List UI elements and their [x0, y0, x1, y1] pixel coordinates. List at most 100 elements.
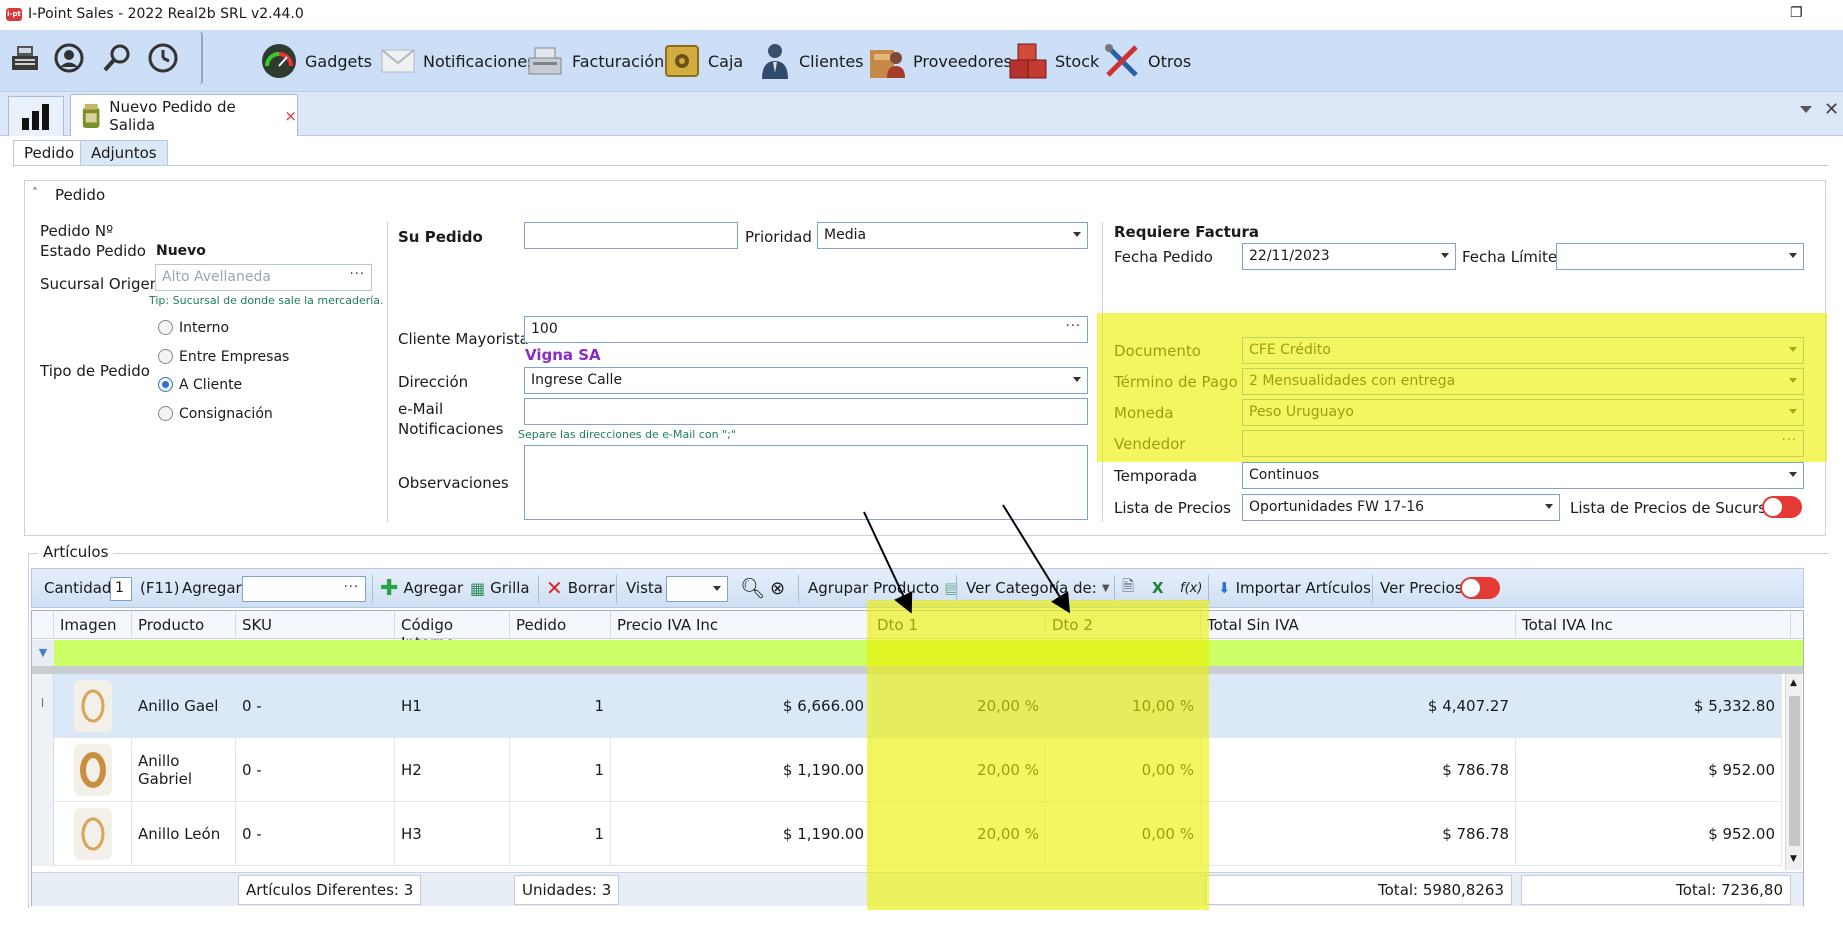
cantidad-input[interactable]: 1 [110, 577, 132, 601]
row-indicator[interactable] [32, 738, 54, 802]
col-producto[interactable]: Producto [132, 611, 236, 639]
cliente-mayorista-input[interactable]: 100 ··· [524, 316, 1088, 343]
borrar-button[interactable]: ✕ Borrar [546, 569, 615, 607]
cell-dto2[interactable]: 10,00 % [1046, 674, 1201, 738]
col-total-sin-iva[interactable]: Total Sin IVA [1201, 611, 1516, 639]
pos-terminal-button[interactable] [6, 36, 44, 80]
scrollbar-thumb[interactable] [1789, 696, 1800, 846]
row-indicator[interactable] [32, 802, 54, 866]
radio-a-cliente[interactable]: A Cliente [158, 375, 242, 393]
agregar-input[interactable]: ··· [242, 576, 366, 602]
scroll-down-icon[interactable]: ▼ [1790, 854, 1797, 864]
col-dto2[interactable]: Dto 2 [1046, 611, 1201, 639]
tab-pedido[interactable]: Pedido [13, 140, 86, 166]
col-codigo-interno[interactable]: Código Interno [395, 611, 510, 652]
cell-total-iva[interactable]: $ 952.00 [1516, 802, 1782, 866]
fecha-pedido-input[interactable]: 22/11/2023 [1242, 243, 1456, 270]
col-pedido[interactable]: Pedido [510, 611, 611, 639]
ver-categoria-dropdown[interactable]: Ver Categoría de: ▼ [966, 569, 1110, 607]
cell-codigo[interactable]: H1 [395, 674, 510, 738]
cell-total-sin[interactable]: $ 4,407.27 [1201, 674, 1516, 738]
cell-precio[interactable]: $ 1,190.00 [611, 738, 871, 802]
zoom-reset-button[interactable]: ⊗ [770, 569, 785, 607]
cell-total-iva[interactable]: $ 952.00 [1516, 738, 1782, 802]
cell-producto[interactable]: Anillo León [132, 802, 236, 866]
menu-gadgets[interactable]: Gadgets [260, 44, 372, 78]
ver-precios-toggle[interactable] [1460, 577, 1500, 599]
cliente-name[interactable]: Vigna SA [525, 346, 601, 364]
cell-codigo[interactable]: H2 [395, 738, 510, 802]
product-image-cell[interactable] [54, 674, 132, 738]
export-excel-button[interactable]: X [1152, 569, 1164, 607]
grilla-button[interactable]: ▦ Grilla [470, 569, 530, 607]
collapse-section-icon[interactable]: ˄ [32, 186, 38, 200]
table-row[interactable]: Anillo Gabriel 0 - H2 1 $ 1,190.00 20,00 % 0,0… [32, 738, 1782, 802]
sucursal-origen-input[interactable]: Alto Avellaneda ··· [155, 264, 372, 291]
termino-pago-select[interactable]: 2 Mensualidades con entrega [1242, 368, 1804, 395]
user-button[interactable] [50, 36, 88, 80]
tab-nuevo-pedido[interactable]: Nuevo Pedido de Salida × [70, 94, 298, 136]
cell-dto2[interactable]: 0,00 % [1046, 802, 1201, 866]
cell-pedido[interactable]: 1 [510, 738, 611, 802]
dashboard-tab[interactable] [8, 96, 64, 136]
cell-dto1[interactable]: 20,00 % [871, 674, 1046, 738]
cell-sku[interactable]: 0 - [236, 674, 395, 738]
fecha-limite-input[interactable] [1556, 243, 1804, 270]
su-pedido-input[interactable] [524, 222, 738, 249]
importar-articulos-button[interactable]: ⬇ Importar Artículos [1218, 569, 1371, 607]
col-dto1[interactable]: Dto 1 [871, 611, 1046, 639]
menu-clientes[interactable]: Clientes [758, 44, 864, 79]
col-imagen[interactable]: Imagen [54, 611, 132, 639]
observaciones-textarea[interactable] [524, 445, 1088, 520]
cell-sku[interactable]: 0 - [236, 802, 395, 866]
documento-select[interactable]: CFE Crédito [1242, 337, 1804, 364]
row-indicator[interactable]: I [32, 674, 54, 738]
menu-facturacion[interactable]: Facturación [525, 44, 664, 78]
cell-dto2[interactable]: 0,00 % [1046, 738, 1201, 802]
col-precio-iva[interactable]: Precio IVA Inc [611, 611, 871, 639]
radio-entre-empresas[interactable]: Entre Empresas [158, 347, 289, 365]
table-row[interactable]: I Anillo Gael 0 - H1 1 $ 6,666.00 20,00 % 10,00… [32, 674, 1782, 738]
export-pdf-button[interactable]: 🗎 [1122, 569, 1134, 607]
col-total-iva-inc[interactable]: Total IVA Inc [1516, 611, 1791, 639]
agrupar-producto-button[interactable]: Agrupar Producto ▤ [808, 569, 958, 607]
lista-sucursal-toggle[interactable] [1762, 496, 1802, 518]
cell-codigo[interactable]: H3 [395, 802, 510, 866]
zoom-in-button[interactable]: 🔍︎ [740, 569, 765, 607]
tab-list-dropdown-icon[interactable] [1800, 106, 1812, 113]
radio-consignacion[interactable]: Consignación [158, 404, 273, 422]
cell-pedido[interactable]: 1 [510, 802, 611, 866]
formula-button[interactable]: f(x) [1180, 569, 1202, 607]
close-tab-icon[interactable]: × [284, 107, 297, 125]
radio-interno[interactable]: Interno [158, 318, 229, 336]
cell-total-sin[interactable]: $ 786.78 [1201, 738, 1516, 802]
restore-window-button[interactable]: ❐ [1790, 5, 1803, 21]
col-sku[interactable]: SKU [236, 611, 395, 639]
cell-total-iva[interactable]: $ 5,332.80 [1516, 674, 1782, 738]
menu-caja[interactable]: Caja [663, 44, 743, 78]
cell-producto[interactable]: Anillo Gabriel [132, 738, 236, 802]
close-all-icon[interactable]: ✕ [1824, 99, 1839, 120]
tab-adjuntos[interactable]: Adjuntos [80, 140, 168, 166]
direccion-select[interactable]: Ingrese Calle [524, 367, 1088, 394]
vista-select[interactable] [666, 576, 728, 602]
scroll-up-icon[interactable]: ▲ [1790, 678, 1797, 688]
cell-precio[interactable]: $ 6,666.00 [611, 674, 871, 738]
search-button[interactable] [98, 36, 136, 80]
prioridad-select[interactable]: Media [817, 222, 1088, 249]
menu-otros[interactable]: Otros [1103, 44, 1191, 78]
filter-row[interactable]: ▼ [32, 640, 1803, 666]
product-image-cell[interactable] [54, 802, 132, 866]
cell-total-sin[interactable]: $ 786.78 [1201, 802, 1516, 866]
clock-button[interactable] [144, 36, 182, 80]
table-row[interactable]: Anillo León 0 - H3 1 $ 1,190.00 20,00 % 0,00 %… [32, 802, 1782, 866]
temporada-select[interactable]: Continuos [1242, 462, 1804, 489]
cell-sku[interactable]: 0 - [236, 738, 395, 802]
moneda-select[interactable]: Peso Uruguayo [1242, 399, 1804, 426]
menu-stock[interactable]: Stock [1008, 43, 1099, 79]
agregar-button[interactable]: ✚ Agregar [380, 569, 463, 607]
product-image-cell[interactable] [54, 738, 132, 802]
menu-proveedores[interactable]: Proveedores [868, 44, 1012, 78]
cell-producto[interactable]: Anillo Gael [132, 674, 236, 738]
cell-precio[interactable]: $ 1,190.00 [611, 802, 871, 866]
